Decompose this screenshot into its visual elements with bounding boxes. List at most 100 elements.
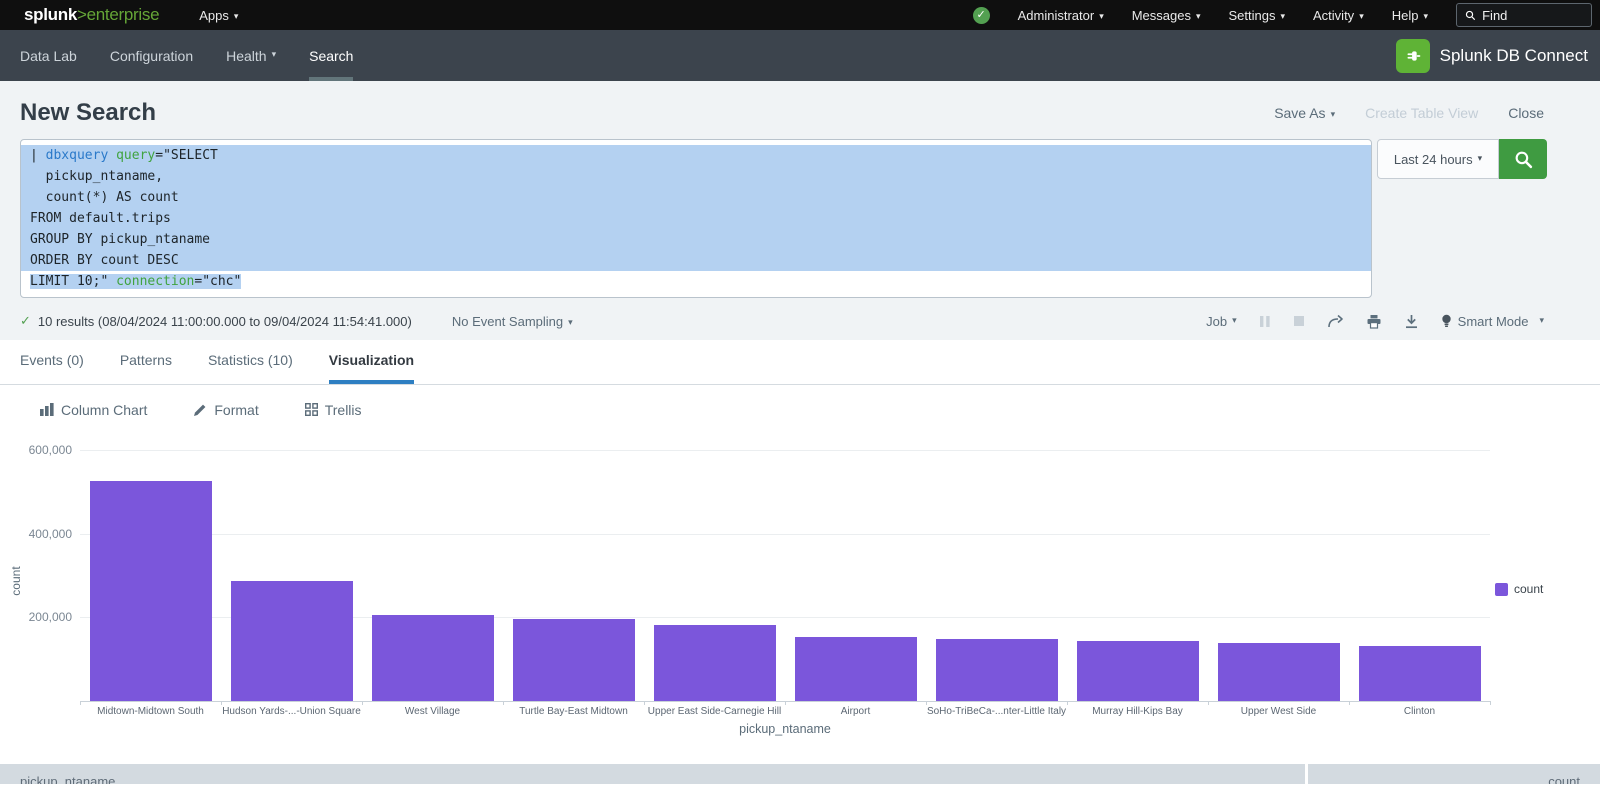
bar-4[interactable] [513,619,635,701]
job-menu-label: Job [1206,314,1227,329]
caret-down-icon: ▾ [1196,11,1201,21]
tab-patterns[interactable]: Patterns [120,340,172,384]
nav-item-data-lab[interactable]: Data Lab [20,30,77,81]
x-axis-category-label: West Village [362,706,503,717]
tab-visualization[interactable]: Visualization [329,340,414,384]
caret-down-icon: ▾ [1539,315,1544,326]
x-axis-category-label: SoHo-TriBeCa-...nter-Little Italy [926,706,1067,717]
legend-swatch [1495,583,1508,596]
settings-menu[interactable]: Settings ▾ [1229,8,1286,23]
nav-item-configuration[interactable]: Configuration [110,30,193,81]
query-line[interactable]: FROM default.trips [21,208,1371,229]
bar-7[interactable] [936,639,1058,701]
chart-type-label: Column Chart [61,402,147,418]
pause-icon [1259,315,1271,328]
format-button[interactable]: Format [193,402,258,418]
x-axis-tick [1349,701,1350,705]
job-controls: Job ▾ [1206,314,1544,329]
gridline [80,534,1490,535]
apps-menu[interactable]: Apps▾ [199,8,238,23]
bar-5[interactable] [654,625,776,701]
caret-down-icon: ▾ [1099,11,1104,21]
bar-6[interactable] [795,637,917,701]
y-axis-tick-label: 400,000 [10,527,72,541]
query-line[interactable]: pickup_ntaname, [21,166,1371,187]
query-line[interactable]: count(*) AS count [21,187,1371,208]
help-menu[interactable]: Help▾ [1392,8,1428,23]
job-menu[interactable]: Job▾ [1206,314,1237,329]
x-axis-category-label: Airport [785,706,926,717]
trellis-button[interactable]: Trellis [305,402,362,418]
page-header: New Search Save As▾ Create Table View Cl… [0,81,1600,139]
caret-down-icon: ▾ [1280,11,1285,21]
close-label: Close [1508,105,1544,121]
caret-down-icon: ▾ [234,11,239,21]
bar-8[interactable] [1077,641,1199,701]
activity-menu[interactable]: Activity▾ [1313,8,1364,23]
health-status-icon[interactable]: ✓ [973,7,990,24]
print-icon[interactable] [1366,314,1382,329]
nav-item-search[interactable]: Search [309,30,353,81]
settings-menu-label: Settings [1229,8,1276,23]
trellis-label: Trellis [325,402,362,418]
app-title: Splunk DB Connect [1440,46,1588,66]
tab-label: Visualization [329,352,414,368]
tab-label: Patterns [120,352,172,368]
results-bar: ✓ 10 results (08/04/2024 11:00:00.000 to… [0,302,1600,340]
x-axis-tick [362,701,363,705]
nav-item-health[interactable]: Health ▾ [226,30,276,81]
time-range-label: Last 24 hours [1394,152,1473,167]
nav-item-label: Health [226,48,266,64]
trellis-grid-icon [305,403,318,416]
administrator-menu[interactable]: Administrator▾ [1018,8,1104,23]
db-connect-plug-icon [1396,39,1430,73]
tab-events[interactable]: Events (0) [20,340,84,384]
x-axis-title: pickup_ntaname [80,722,1490,736]
close-button[interactable]: Close [1508,105,1544,121]
share-icon[interactable] [1327,314,1344,329]
caret-down-icon: ▾ [272,49,277,60]
x-axis-tick [503,701,504,705]
column-chart-icon [40,403,54,416]
bar-2[interactable] [231,581,353,701]
column-header-pickup-ntaname[interactable]: pickup_ntaname [0,764,1305,784]
bar-10[interactable] [1359,646,1481,701]
messages-menu-label: Messages [1132,8,1191,23]
app-identity[interactable]: Splunk DB Connect [1396,39,1588,73]
event-sampling-dropdown[interactable]: No Event Sampling▾ [452,314,573,329]
splunk-logo[interactable]: splunk>enterprise [24,5,159,25]
x-axis-category-label: Upper East Side-Carnegie Hill [644,706,785,717]
format-label: Format [214,402,258,418]
save-as-label: Save As [1274,105,1325,121]
search-query-box[interactable]: | dbxquery query="SELECT pickup_ntaname,… [20,139,1372,298]
save-as-button[interactable]: Save As ▾ [1274,105,1335,121]
result-tabs: Events (0) Patterns Statistics (10) Visu… [0,340,1600,385]
bar-3[interactable] [372,615,494,701]
export-download-icon[interactable] [1404,314,1419,329]
messages-menu[interactable]: Messages ▾ [1132,8,1201,23]
query-line[interactable]: GROUP BY pickup_ntaname [21,229,1371,250]
tab-statistics[interactable]: Statistics (10) [208,340,293,384]
time-range-picker[interactable]: Last 24 hours▾ [1377,139,1499,179]
bulb-icon [1441,314,1452,329]
x-axis-tick [221,701,222,705]
find-search-box[interactable] [1456,3,1592,27]
y-axis-title: count [9,551,23,611]
bar-1[interactable] [90,481,212,701]
query-line[interactable]: | dbxquery query="SELECT [21,145,1371,166]
x-axis-category-label: Clinton [1349,706,1490,717]
bar-9[interactable] [1218,643,1340,701]
run-search-button[interactable] [1499,139,1547,179]
query-line[interactable]: LIMIT 10;" connection="chc" [21,271,1371,292]
x-axis-tick [1067,701,1068,705]
query-line[interactable]: ORDER BY count DESC [21,250,1371,271]
logo-enterprise-text: >enterprise [77,5,159,24]
results-summary: 10 results (08/04/2024 11:00:00.000 to 0… [38,314,412,329]
caret-down-icon: ▾ [1331,109,1336,119]
search-mode-dropdown[interactable]: Smart Mode▾ [1441,314,1544,329]
success-check-icon: ✓ [20,313,31,329]
find-input[interactable] [1482,8,1583,23]
chart-type-button[interactable]: Column Chart [40,402,147,418]
column-header-count[interactable]: count [1308,764,1600,784]
legend-label: count [1514,582,1543,596]
